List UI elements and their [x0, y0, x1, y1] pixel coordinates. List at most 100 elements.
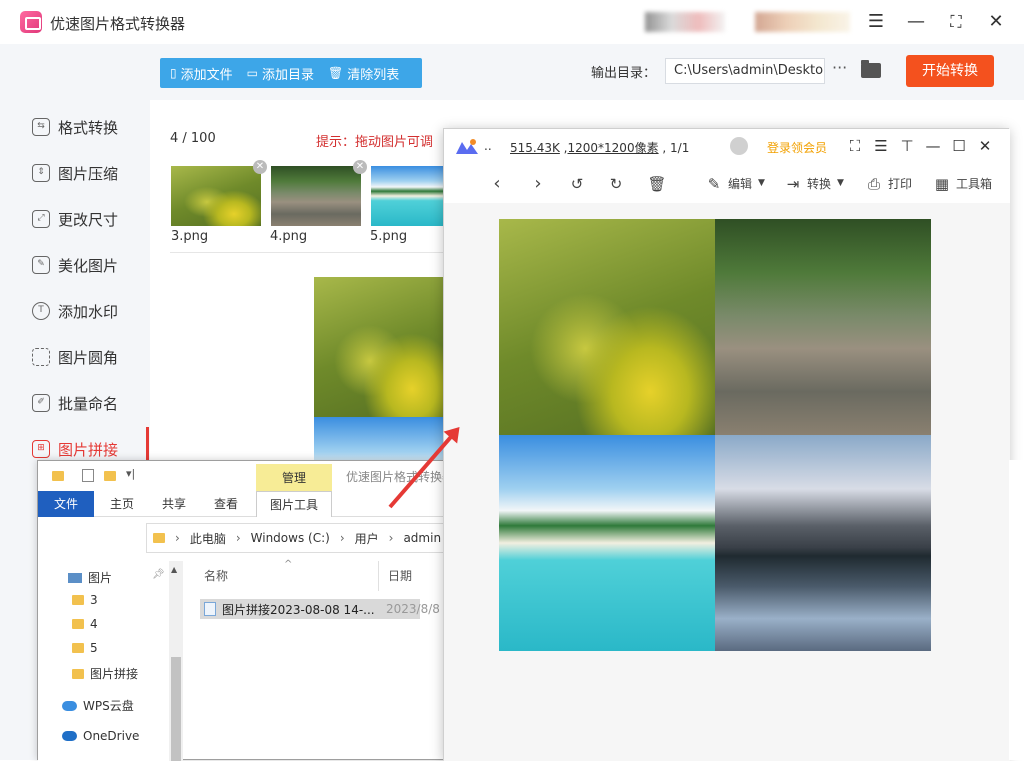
stitched-tile-flower: [499, 219, 715, 435]
avatar[interactable]: [730, 137, 748, 155]
nav-scrollbar[interactable]: ▲: [169, 561, 183, 761]
more-options-icon[interactable]: ···: [832, 58, 847, 77]
sidebar-item-label: 更改尺寸: [58, 210, 119, 229]
vip-login-link[interactable]: 登录领会员: [767, 139, 827, 156]
add-file-label: 添加文件: [180, 67, 233, 83]
sidebar-item-rename[interactable]: ✐ 批量命名: [32, 391, 118, 415]
chevron-down-icon[interactable]: ▼: [837, 178, 844, 188]
app-title: 优速图片格式转换器: [50, 15, 186, 33]
minimize-icon[interactable]: —: [922, 135, 944, 157]
column-header-date[interactable]: 日期: [388, 567, 412, 584]
thumbnail-label: 4.png: [270, 229, 308, 244]
edit-icon[interactable]: ✎: [702, 173, 726, 197]
tab-view[interactable]: 查看: [208, 491, 244, 517]
sidebar-item-beautify[interactable]: ✎ 美化图片: [32, 253, 118, 277]
scroll-up-icon[interactable]: ▲: [171, 565, 177, 574]
maximize-icon[interactable]: ⛶: [944, 10, 968, 34]
preview-tile: [314, 277, 454, 417]
folder-icon: [72, 643, 84, 653]
add-dir-button[interactable]: ▭ 添加目录: [247, 64, 314, 83]
tree-item-wps-cloud[interactable]: WPS云盘: [62, 697, 134, 714]
rotate-right-icon[interactable]: ↻: [604, 173, 628, 197]
pin-icon[interactable]: ⊤: [896, 135, 918, 157]
clear-list-button[interactable]: 🗑︎ 清除列表: [328, 64, 399, 83]
close-icon[interactable]: ✕: [984, 10, 1008, 34]
customize-dropdown-icon[interactable]: ▾|: [126, 467, 135, 480]
print-button[interactable]: 打印: [888, 175, 912, 192]
column-header-name[interactable]: 名称: [204, 567, 228, 584]
breadcrumb-item[interactable]: admin: [403, 531, 441, 545]
thumbnail-3[interactable]: ✕: [171, 160, 267, 226]
tree-item-3[interactable]: 3: [72, 593, 98, 607]
properties-icon[interactable]: [82, 469, 94, 482]
tree-item-4[interactable]: 4: [72, 617, 98, 631]
remove-icon[interactable]: ✕: [253, 160, 267, 174]
pin-icon[interactable]: 📌︎: [152, 569, 165, 580]
tree-item-label: OneDrive: [83, 729, 140, 743]
user-avatar-blurred[interactable]: [755, 12, 850, 32]
sidebar-item-format-convert[interactable]: ⇆ 格式转换: [32, 115, 118, 139]
manage-tab[interactable]: 管理: [256, 464, 332, 492]
tab-file[interactable]: 文件: [38, 491, 94, 517]
tree-item-pictures[interactable]: 图片: [68, 569, 112, 586]
maximize-icon[interactable]: ☐: [948, 135, 970, 157]
sidebar-item-round-corner[interactable]: 图片圆角: [32, 345, 118, 369]
start-convert-button[interactable]: 开始转换: [906, 55, 994, 87]
minimize-icon[interactable]: —: [904, 10, 928, 34]
tab-share[interactable]: 共享: [156, 491, 192, 517]
image-dimensions[interactable]: 1200*1200像素: [568, 141, 659, 155]
convert-icon[interactable]: ⇥: [781, 173, 805, 197]
tab-picture-tools[interactable]: 图片工具: [256, 491, 332, 517]
menu-icon[interactable]: ☰: [870, 135, 892, 157]
chevron-right-icon: ›: [339, 531, 345, 545]
address-bar[interactable]: › 此电脑 › Windows (C:) › 用户 › admin: [146, 523, 446, 553]
open-folder-icon[interactable]: [861, 60, 881, 78]
edit-button[interactable]: 编辑: [728, 175, 752, 192]
toolbox-button[interactable]: 工具箱: [956, 175, 992, 192]
close-icon[interactable]: ✕: [974, 135, 996, 157]
tree-item-5[interactable]: 5: [72, 641, 98, 655]
next-icon[interactable]: ›: [526, 173, 550, 197]
menu-icon[interactable]: ☰: [864, 10, 888, 34]
tab-home[interactable]: 主页: [104, 491, 140, 517]
output-dir-input[interactable]: C:\Users\admin\Deskto: [665, 58, 825, 84]
delete-icon[interactable]: 🗑︎: [645, 173, 669, 197]
thumbnail-4[interactable]: ✕: [271, 160, 367, 226]
chevron-right-icon: ›: [388, 531, 394, 545]
quick-access-toolbar: ▾| 管理 优速图片格式转换器: [38, 461, 454, 492]
fullscreen-icon[interactable]: ⛶: [844, 135, 866, 157]
add-file-button[interactable]: ▯ 添加文件: [170, 64, 233, 83]
user-info-blurred: [645, 12, 725, 32]
background-window-edge: [1009, 460, 1024, 760]
print-icon[interactable]: ⎙: [862, 173, 886, 197]
tree-item-onedrive[interactable]: OneDrive: [62, 729, 139, 743]
scrollbar-thumb[interactable]: [171, 657, 181, 761]
convert-button[interactable]: 转换: [807, 175, 831, 192]
column-divider[interactable]: [378, 561, 379, 591]
image-file-icon: [204, 602, 216, 616]
remove-icon[interactable]: ✕: [353, 160, 367, 174]
chevron-down-icon[interactable]: ▼: [758, 178, 765, 188]
breadcrumb-item[interactable]: 此电脑: [190, 530, 226, 547]
thumbnail-5[interactable]: [371, 166, 445, 226]
image-size[interactable]: 515.43K: [510, 141, 560, 155]
new-folder-icon[interactable]: [104, 471, 116, 481]
tree-item-stitch[interactable]: 图片拼接: [72, 665, 138, 682]
toolbox-icon[interactable]: ▦: [930, 173, 954, 197]
sidebar-item-label: 批量命名: [58, 394, 119, 413]
folder-icon: [52, 471, 64, 481]
sidebar-item-stitch[interactable]: ⊞ 图片拼接: [32, 437, 118, 461]
breadcrumb-item[interactable]: Windows (C:): [251, 531, 330, 545]
sidebar-item-compress[interactable]: ⇕ 图片压缩: [32, 161, 118, 185]
app-window: 优速图片格式转换器 ☰ — ⛶ ✕ ▯ 添加文件 ▭ 添加目录 🗑︎ 清除列表 输出目…: [0, 0, 1024, 761]
rotate-left-icon[interactable]: ↺: [565, 173, 589, 197]
resize-icon: ⤢: [32, 210, 50, 228]
previous-icon[interactable]: ‹: [485, 173, 509, 197]
folder-icon: ▭: [246, 66, 258, 80]
breadcrumb-item[interactable]: 用户: [355, 530, 379, 547]
sidebar-item-resize[interactable]: ⤢ 更改尺寸: [32, 207, 118, 231]
stitched-tile-mountain: [715, 435, 931, 651]
sidebar-item-watermark[interactable]: T 添加水印: [32, 299, 118, 323]
folder-icon: [72, 668, 84, 679]
tree-item-label: 3: [90, 593, 98, 607]
